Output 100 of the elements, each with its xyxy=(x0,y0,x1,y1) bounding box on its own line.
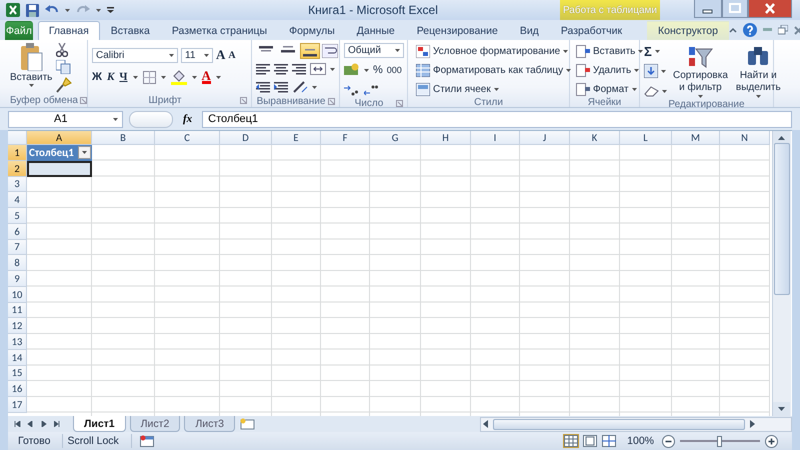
eraser-icon[interactable] xyxy=(644,85,659,97)
caret-icon[interactable] xyxy=(96,8,101,12)
zoom-out-icon[interactable] xyxy=(662,434,675,448)
column-header[interactable]: E xyxy=(272,131,321,145)
record-macro-icon[interactable] xyxy=(140,435,154,447)
wrap-text-icon[interactable] xyxy=(322,44,338,58)
align-left-icon[interactable] xyxy=(256,62,270,76)
vertical-align-button[interactable] xyxy=(300,43,320,59)
fill-icon[interactable] xyxy=(644,64,658,78)
delete-cells-button[interactable]: Удалить xyxy=(576,62,644,78)
ribbon-tab[interactable]: Разметка страницы xyxy=(160,21,278,40)
maximize-icon[interactable] xyxy=(722,0,748,18)
row-header[interactable]: 1 xyxy=(8,145,27,161)
cell-styles-button[interactable]: Стили ячеек xyxy=(416,81,572,97)
row-header[interactable]: 3 xyxy=(8,176,27,192)
caret-icon[interactable] xyxy=(494,88,499,90)
row-header[interactable]: 6 xyxy=(8,224,27,240)
column-header[interactable]: B xyxy=(92,131,155,145)
caret-icon[interactable] xyxy=(634,68,640,72)
caret-icon[interactable] xyxy=(204,54,209,56)
caret-icon[interactable] xyxy=(756,95,761,98)
previous-sheet-icon[interactable] xyxy=(26,421,35,427)
row-header[interactable]: 7 xyxy=(8,240,27,256)
caret-icon[interactable] xyxy=(563,50,568,52)
zoom-in-icon[interactable] xyxy=(765,434,778,448)
minimize-icon[interactable] xyxy=(694,0,722,18)
font-color-button[interactable]: A xyxy=(202,70,211,84)
ribbon-tab[interactable]: Данные xyxy=(346,21,406,40)
caret-icon[interactable] xyxy=(395,49,400,52)
bold-button[interactable]: Ж xyxy=(92,71,102,83)
column-header[interactable]: L xyxy=(620,131,672,145)
caret-icon[interactable] xyxy=(661,70,666,72)
scroll-left-icon[interactable] xyxy=(481,419,491,429)
formula-input[interactable]: Столбец1 xyxy=(202,110,792,128)
caret-icon[interactable] xyxy=(169,54,174,56)
scroll-right-icon[interactable] xyxy=(747,419,757,429)
paintbrush-icon[interactable] xyxy=(56,77,72,93)
caret-icon[interactable] xyxy=(312,86,317,88)
decrease-decimal-icon[interactable] xyxy=(364,84,378,96)
save-icon[interactable] xyxy=(26,4,39,16)
ribbon-tab[interactable]: Конструктор xyxy=(647,21,729,40)
row-header[interactable]: 11 xyxy=(8,302,27,318)
column-header[interactable]: I xyxy=(471,131,520,145)
new-sheet-icon[interactable] xyxy=(238,418,255,430)
row-header[interactable]: 12 xyxy=(8,318,27,334)
paste-button[interactable]: Вставить xyxy=(10,43,52,93)
caret-icon[interactable] xyxy=(632,88,637,90)
caret-icon[interactable] xyxy=(330,68,335,70)
column-header[interactable]: C xyxy=(155,131,220,145)
percent-button[interactable]: % xyxy=(373,64,383,76)
ribbon-tab[interactable]: Рецензирование xyxy=(406,21,509,40)
page-break-view-button[interactable] xyxy=(601,434,618,448)
increase-decimal-icon[interactable] xyxy=(344,84,358,96)
row-header[interactable]: 10 xyxy=(8,286,27,302)
caret-icon[interactable] xyxy=(698,95,703,98)
scrollbar-thumb[interactable] xyxy=(774,142,790,294)
next-sheet-icon[interactable] xyxy=(40,421,49,427)
column-header[interactable]: G xyxy=(370,131,421,145)
column-header[interactable]: D xyxy=(220,131,272,145)
ribbon-tab[interactable]: Вид xyxy=(508,21,550,40)
row-header[interactable]: 14 xyxy=(8,350,27,366)
italic-button[interactable]: К xyxy=(106,71,114,83)
sheet-tab[interactable]: Лист2 xyxy=(130,416,180,432)
selected-cell[interactable] xyxy=(27,160,92,176)
sheet-tab[interactable]: Лист1 xyxy=(73,416,126,432)
caret-icon[interactable] xyxy=(132,76,138,78)
format-cells-button[interactable]: Формат xyxy=(576,81,644,97)
text-orientation-icon[interactable] xyxy=(292,80,308,94)
caret-icon[interactable] xyxy=(192,76,196,78)
restore-icon[interactable] xyxy=(778,25,788,35)
ribbon-tab[interactable]: Разработчик xyxy=(550,21,634,40)
ribbon-tab[interactable]: Главная xyxy=(38,21,100,40)
currency-icon[interactable] xyxy=(344,63,360,77)
caret-icon[interactable] xyxy=(216,76,221,78)
row-header[interactable]: 9 xyxy=(8,271,27,287)
caret-icon[interactable] xyxy=(65,8,70,12)
page-layout-view-button[interactable] xyxy=(582,434,598,448)
fill-color-icon[interactable] xyxy=(170,70,186,84)
vertical-scrollbar[interactable] xyxy=(772,131,791,416)
ribbon-tab[interactable]: Файл xyxy=(5,21,33,40)
row-header[interactable]: 16 xyxy=(8,381,27,397)
scrollbar-thumb[interactable] xyxy=(493,418,745,430)
table-header-cell[interactable]: Столбец1 xyxy=(27,145,92,161)
row-header[interactable]: 5 xyxy=(8,208,27,224)
autosum-button[interactable]: Σ xyxy=(644,44,652,58)
column-header[interactable]: J xyxy=(520,131,570,145)
close-icon[interactable] xyxy=(794,26,800,34)
customize-toolbar-icon[interactable] xyxy=(107,7,114,13)
sheet-tab[interactable]: Лист3 xyxy=(184,416,235,432)
column-header[interactable]: H xyxy=(421,131,471,145)
caret-icon[interactable] xyxy=(28,84,34,87)
merge-cells-icon[interactable] xyxy=(310,63,326,75)
row-header[interactable]: 2 xyxy=(8,160,27,176)
increase-indent-icon[interactable] xyxy=(274,80,288,94)
formula-bar-divider-handle[interactable] xyxy=(129,110,173,128)
caret-icon[interactable] xyxy=(566,68,572,72)
normal-view-button[interactable] xyxy=(563,434,580,448)
column-header[interactable]: K xyxy=(570,131,620,145)
find-select-button[interactable]: Найти и выделить xyxy=(734,43,783,99)
row-header[interactable]: 4 xyxy=(8,192,27,208)
